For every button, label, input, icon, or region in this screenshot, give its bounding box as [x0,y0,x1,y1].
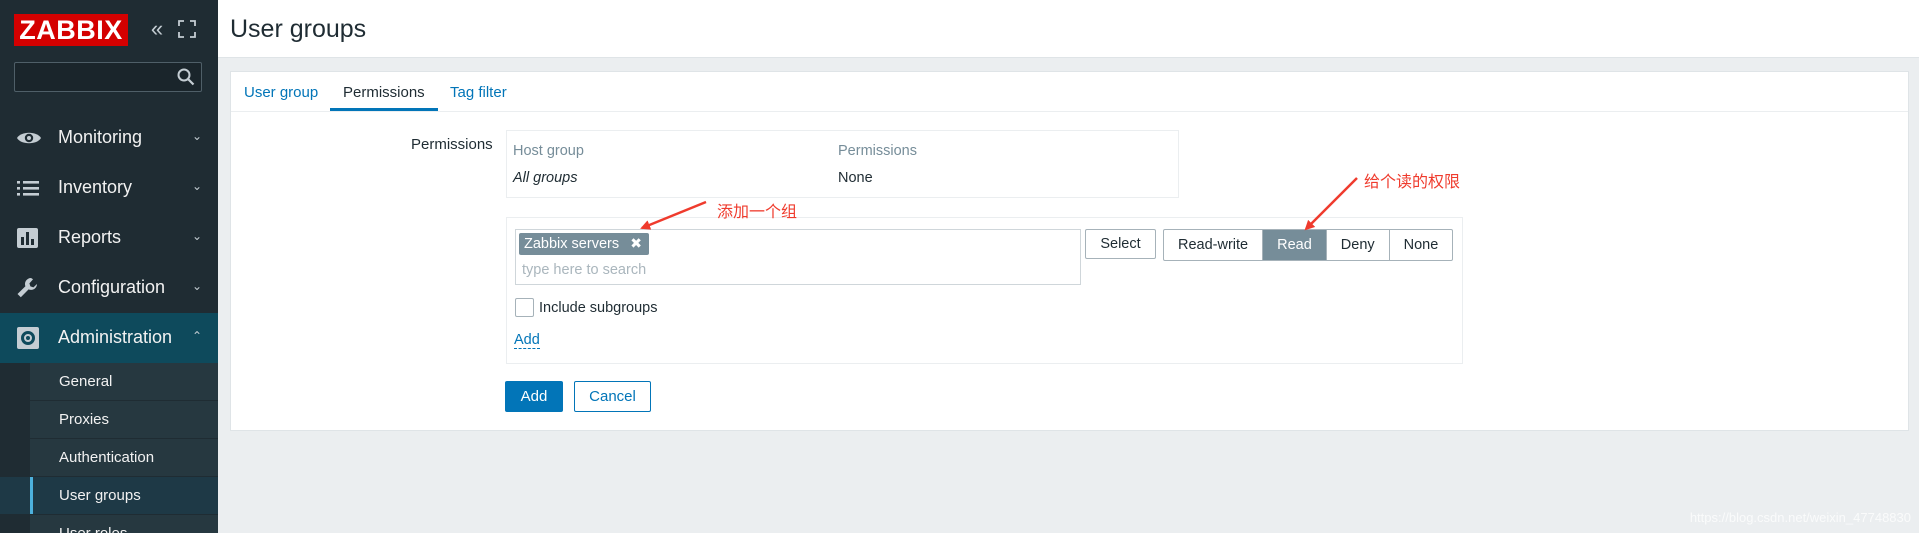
annotation-read-permission: 给个读的权限 [1364,172,1461,191]
annotation-arrows [640,177,1358,231]
annotation-add-group: 添加一个组 [717,202,798,221]
watermark: https://blog.csdn.net/weixin_47748830 [1689,510,1911,525]
